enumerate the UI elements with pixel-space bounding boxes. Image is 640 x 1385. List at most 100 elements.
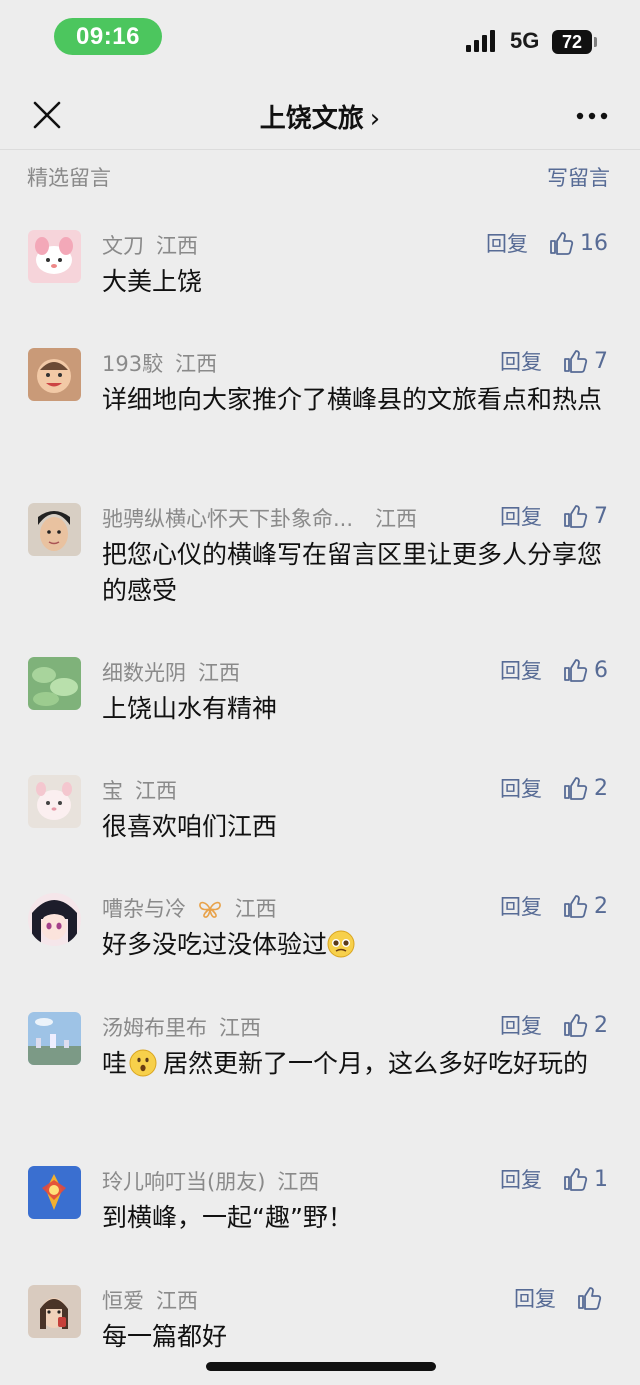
butterfly-icon — [198, 901, 221, 918]
like-button[interactable]: 1 — [562, 1166, 608, 1192]
like-button[interactable]: 7 — [562, 348, 608, 374]
like-button[interactable]: 2 — [562, 1012, 608, 1038]
reply-button[interactable]: 回复 — [500, 891, 542, 921]
like-button[interactable]: 6 — [562, 657, 608, 683]
comment-meta: 文刀 江西 — [102, 230, 198, 260]
comment-text: 哇 居然更新了一个月，这么多好吃好玩的 — [102, 1046, 607, 1082]
reply-button[interactable]: 回复 — [500, 501, 542, 531]
reply-button[interactable]: 回复 — [486, 228, 528, 258]
commenter-name[interactable]: 193駮 — [102, 352, 163, 376]
like-button[interactable]: 2 — [562, 775, 608, 801]
comment-actions: 回复 1 — [500, 1164, 608, 1194]
avatar[interactable] — [28, 775, 81, 828]
commenter-region: 江西 — [234, 897, 277, 921]
thumbs-up-icon — [564, 1014, 588, 1037]
comment-meta: 宝江西 — [102, 775, 177, 805]
thumbs-up-icon — [578, 1287, 602, 1310]
comment-text: 大美上饶 — [102, 267, 203, 296]
like-count: 16 — [580, 230, 608, 256]
avatar[interactable] — [28, 1166, 81, 1219]
commenter-name[interactable]: 玲儿响叮当(朋友) — [102, 1170, 265, 1194]
comment-text: 详细地向大家推介了横峰县的文旅看点和热点 — [102, 385, 603, 414]
avatar[interactable] — [28, 893, 81, 946]
avatar[interactable] — [28, 1012, 81, 1065]
avatar[interactable] — [28, 503, 81, 556]
commenter-name[interactable]: 宝 — [102, 779, 123, 803]
comment-actions: 回复 2 — [500, 773, 608, 803]
commenter-region: 江西 — [198, 661, 240, 685]
commenter-name[interactable]: 文刀 — [102, 234, 144, 258]
comments-section-header: 精选留言 写留言 — [0, 150, 640, 200]
thumbs-up-icon — [564, 1168, 588, 1191]
avatar[interactable] — [28, 230, 81, 283]
commenter-region: 江西 — [219, 1016, 261, 1040]
avatar[interactable] — [28, 348, 81, 401]
reply-button[interactable]: 回复 — [500, 1010, 542, 1040]
comment-text: 好多没吃过没体验过 — [102, 927, 607, 963]
comment-text-prefix: 哇 — [102, 1049, 128, 1078]
write-comment-button[interactable]: 写留言 — [547, 162, 610, 192]
reply-button[interactable]: 回复 — [500, 655, 542, 685]
home-indicator[interactable] — [206, 1362, 436, 1371]
commenter-region: 江西 — [175, 352, 218, 376]
battery-icon: 72 — [552, 30, 592, 54]
avatar[interactable] — [28, 1285, 81, 1338]
thumbs-up-icon — [550, 232, 574, 255]
battery-tip — [594, 37, 597, 47]
comment-text: 很喜欢咱们江西 — [102, 812, 278, 841]
comment-meta: 嘈杂与冷 江西 — [102, 893, 277, 923]
thumbs-up-icon — [564, 895, 588, 918]
commenter-name[interactable]: 汤姆布里布 — [102, 1016, 207, 1040]
featured-comments-title: 精选留言 — [27, 166, 111, 190]
like-button[interactable]: 2 — [562, 893, 608, 919]
comment-text: 到横峰，一起“趣”野！ — [102, 1203, 353, 1232]
status-time: 09:16 — [54, 18, 162, 55]
reply-button[interactable]: 回复 — [514, 1283, 556, 1313]
like-button[interactable] — [576, 1285, 608, 1311]
comment-actions: 回复 6 — [500, 655, 608, 685]
like-button[interactable]: 7 — [562, 503, 608, 529]
comment-actions: 回复 2 — [500, 1010, 608, 1040]
reply-button[interactable]: 回复 — [500, 773, 542, 803]
comment-text: 上饶山水有精神 — [102, 694, 278, 723]
comment-text-content: 好多没吃过没体验过 — [102, 930, 328, 959]
comment-meta: 细数光阴 江西 — [102, 657, 240, 687]
avatar[interactable] — [28, 657, 81, 710]
like-button[interactable]: 16 — [548, 230, 608, 256]
commenter-region: 江西 — [375, 507, 418, 531]
reply-button[interactable]: 回复 — [500, 1164, 542, 1194]
like-count: 2 — [594, 893, 608, 919]
commenter-region: 江西 — [277, 1170, 320, 1194]
like-count: 2 — [594, 775, 608, 801]
more-icon[interactable] — [576, 112, 608, 120]
account-title-link[interactable]: 上饶文旅 › — [0, 98, 640, 135]
thumbs-up-icon — [564, 777, 588, 800]
cellular-signal-icon — [466, 30, 495, 52]
commenter-name[interactable]: 细数光阴 — [102, 661, 186, 685]
reply-button[interactable]: 回复 — [500, 346, 542, 376]
comment-text: 每一篇都好 — [102, 1322, 228, 1351]
commenter-name[interactable]: 恒爱 — [102, 1289, 144, 1313]
hushed-face-emoji — [129, 1049, 157, 1077]
commenter-name[interactable]: 驰骋纵横心怀天下卦象命... — [102, 507, 353, 531]
like-count: 7 — [594, 503, 608, 529]
thumbs-up-icon — [564, 505, 588, 528]
commenter-name[interactable]: 嘈杂与冷 — [102, 897, 186, 921]
network-type: 5G — [510, 28, 540, 53]
thumbs-up-icon — [564, 659, 588, 682]
comment-actions: 回复 7 — [500, 501, 608, 531]
status-bar: 09:16 5G 72 — [0, 0, 640, 80]
like-count: 1 — [594, 1166, 608, 1192]
comment-meta: 汤姆布里布 江西 — [102, 1012, 261, 1042]
like-count: 7 — [594, 348, 608, 374]
comment-meta: 驰骋纵横心怀天下卦象命... 江西 — [102, 503, 417, 533]
like-count: 6 — [594, 657, 608, 683]
thumbs-up-icon — [564, 350, 588, 373]
commenter-region: 江西 — [156, 234, 198, 258]
pleading-face-emoji — [327, 930, 355, 958]
comment-text-content: 居然更新了一个月，这么多好吃好玩的 — [163, 1049, 589, 1078]
account-title: 上饶文旅 — [259, 104, 364, 134]
comment-actions: 回复 16 — [486, 228, 608, 258]
comment-actions: 回复 — [514, 1283, 608, 1313]
chevron-right-icon: › — [369, 104, 381, 134]
